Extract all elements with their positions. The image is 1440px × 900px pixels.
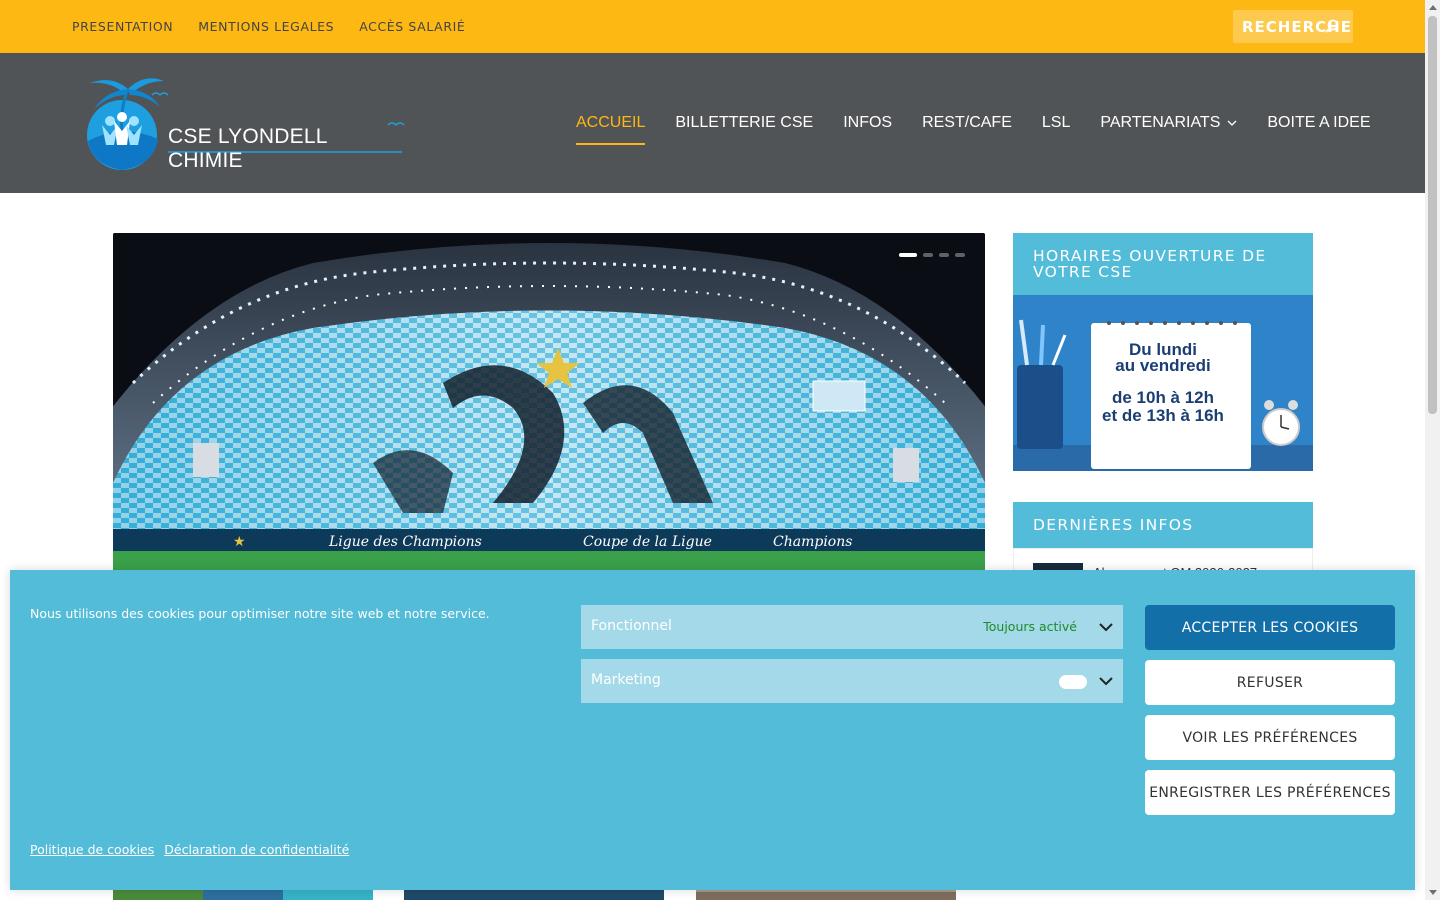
nav-item-partenariats[interactable]: PARTENARIATS xyxy=(1100,113,1237,145)
logo-text: CSE LYONDELL CHIMIE xyxy=(168,125,327,172)
hours-line-4: et de 13h à 16h xyxy=(1102,406,1224,425)
chevron-down-icon xyxy=(1227,120,1237,126)
hero-slider[interactable]: ★ Ligue des Champions Coupe de la Ligue … xyxy=(113,233,985,573)
top-bar: PRESENTATION MENTIONS LEGALES ACCÈS SALA… xyxy=(0,0,1425,53)
hours-image: Du lundi au vendredi de 10h à 12h et de … xyxy=(1013,295,1313,471)
hours-widget-title: HORAIRES OUVERTURE DE VOTRE CSE xyxy=(1013,233,1313,295)
cookie-links: Politique de cookies Déclaration de conf… xyxy=(30,842,349,857)
hours-card-graphic: Du lundi au vendredi de 10h à 12h et de … xyxy=(1013,295,1313,471)
top-nav: PRESENTATION MENTIONS LEGALES ACCÈS SALA… xyxy=(72,19,465,34)
site-header: CSE LYONDELL CHIMIE ACCUEIL BILLETTERIE … xyxy=(0,53,1425,193)
cookie-category-marketing[interactable]: Marketing xyxy=(581,659,1123,703)
search-box[interactable]: RECHERCHE xyxy=(1233,10,1353,43)
refuse-cookies-button[interactable]: REFUSER xyxy=(1145,660,1395,705)
banner-text-champions-league: Ligue des Champions xyxy=(328,534,482,550)
main-nav: ACCUEIL BILLETTERIE CSE INFOS REST/CAFE … xyxy=(576,113,1371,145)
top-link-acces-salarie[interactable]: ACCÈS SALARIÉ xyxy=(359,19,465,34)
page-scrollbar[interactable] xyxy=(1425,0,1440,900)
nav-item-infos[interactable]: INFOS xyxy=(843,113,892,145)
cookie-category-fonctionnel[interactable]: Fonctionnel Toujours activé xyxy=(581,605,1123,649)
scroll-down-arrow[interactable] xyxy=(1429,890,1437,895)
chevron-down-icon[interactable] xyxy=(1098,674,1114,688)
slider-dot[interactable] xyxy=(939,253,949,257)
scrollbar-thumb[interactable] xyxy=(1428,16,1437,414)
view-preferences-button[interactable]: VOIR LES PRÉFÉRENCES xyxy=(1145,715,1395,760)
cookie-banner: Nous utilisons des cookies pour optimise… xyxy=(10,570,1415,890)
save-preferences-button[interactable]: ENREGISTRER LES PRÉFÉRENCES xyxy=(1145,770,1395,815)
marketing-toggle[interactable] xyxy=(1059,675,1087,689)
nav-item-boite-a-idee[interactable]: BOITE A IDEE xyxy=(1267,113,1370,145)
stadium-image: ★ Ligue des Champions Coupe de la Ligue … xyxy=(113,233,985,573)
chevron-down-icon[interactable] xyxy=(1098,620,1114,634)
category-status: Toujours activé xyxy=(983,619,1077,634)
nav-label: BOITE A IDEE xyxy=(1267,114,1371,131)
nav-item-lsl[interactable]: LSL xyxy=(1042,113,1070,145)
accept-cookies-button[interactable]: ACCEPTER LES COOKIES xyxy=(1145,605,1395,650)
site-logo[interactable]: CSE LYONDELL CHIMIE xyxy=(72,73,407,173)
slider-dot[interactable] xyxy=(899,253,917,257)
banner-text: ★ xyxy=(233,534,246,550)
nav-item-accueil[interactable]: ACCUEIL xyxy=(576,113,646,145)
nav-label: ACCUEIL xyxy=(576,114,646,131)
top-link-presentation[interactable]: PRESENTATION xyxy=(72,19,173,34)
nav-label: PARTENARIATS xyxy=(1100,114,1221,131)
cookie-message: Nous utilisons des cookies pour optimise… xyxy=(30,606,490,621)
banner-text-coupe-ligue: Coupe de la Ligue xyxy=(583,534,712,550)
banner-text-champions: Champions xyxy=(773,534,852,550)
news-widget-title: DERNIÈRES INFOS xyxy=(1013,502,1313,548)
scroll-up-arrow[interactable] xyxy=(1429,5,1437,10)
hours-line-3: de 10h à 12h xyxy=(1112,388,1214,407)
category-name: Marketing xyxy=(591,672,661,688)
nav-label: INFOS xyxy=(843,114,893,131)
category-name: Fonctionnel xyxy=(591,618,672,634)
nav-item-billetterie[interactable]: BILLETTERIE CSE xyxy=(675,113,813,145)
search-icon[interactable] xyxy=(1325,19,1339,33)
nav-item-rest-cafe[interactable]: REST/CAFE xyxy=(922,113,1012,145)
slider-dot[interactable] xyxy=(923,253,933,257)
nav-label: REST/CAFE xyxy=(922,114,1012,131)
slider-dot[interactable] xyxy=(955,253,965,257)
hours-line-2: au vendredi xyxy=(1115,356,1210,375)
privacy-statement-link[interactable]: Déclaration de confidentialité xyxy=(164,842,349,857)
cookie-policy-link[interactable]: Politique de cookies xyxy=(30,842,154,857)
slider-dots xyxy=(899,253,965,257)
top-link-mentions-legales[interactable]: MENTIONS LEGALES xyxy=(198,19,334,34)
nav-label: BILLETTERIE CSE xyxy=(675,114,814,131)
nav-label: LSL xyxy=(1041,114,1071,131)
